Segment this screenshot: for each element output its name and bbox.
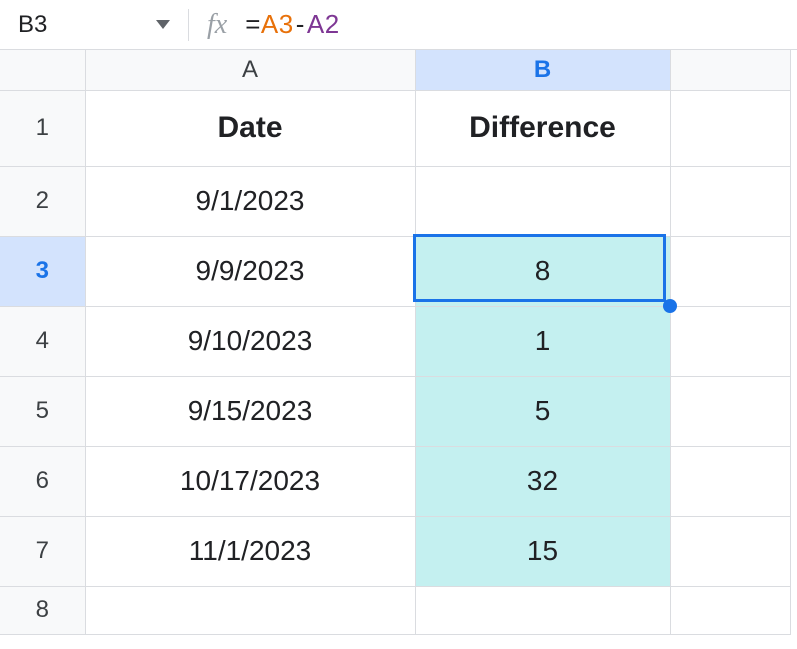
row-header-4[interactable]: 4 — [0, 306, 85, 376]
cell-a2[interactable]: 9/1/2023 — [85, 166, 415, 236]
cell-a1[interactable]: Date — [85, 90, 415, 166]
cell-c7[interactable] — [670, 516, 790, 586]
formula-bar: B3 fx =A3-A2 — [0, 0, 797, 50]
fill-handle[interactable] — [663, 299, 677, 313]
cell-c5[interactable] — [670, 376, 790, 446]
cell-b1[interactable]: Difference — [415, 90, 670, 166]
cell-c6[interactable] — [670, 446, 790, 516]
fx-icon: fx — [207, 9, 227, 41]
row-header-1[interactable]: 1 — [0, 90, 85, 166]
cell-a8[interactable] — [85, 586, 415, 634]
col-header-a[interactable]: A — [85, 50, 415, 90]
row-header-8[interactable]: 8 — [0, 586, 85, 634]
dropdown-icon[interactable] — [156, 20, 170, 29]
cell-b3[interactable]: 8 — [415, 236, 670, 306]
cell-c8[interactable] — [670, 586, 790, 634]
col-header-c[interactable] — [670, 50, 790, 90]
cell-b2[interactable] — [415, 166, 670, 236]
col-header-b[interactable]: B — [415, 50, 670, 90]
cell-a3[interactable]: 9/9/2023 — [85, 236, 415, 306]
row-header-6[interactable]: 6 — [0, 446, 85, 516]
cell-a6[interactable]: 10/17/2023 — [85, 446, 415, 516]
spreadsheet-grid[interactable]: A B 1 Date Difference 2 9/1/2023 3 9/9/2… — [0, 50, 797, 635]
row-header-2[interactable]: 2 — [0, 166, 85, 236]
row-header-7[interactable]: 7 — [0, 516, 85, 586]
row-header-5[interactable]: 5 — [0, 376, 85, 446]
select-all-corner[interactable] — [0, 50, 85, 90]
cell-b7[interactable]: 15 — [415, 516, 670, 586]
cell-a4[interactable]: 9/10/2023 — [85, 306, 415, 376]
cell-b4[interactable]: 1 — [415, 306, 670, 376]
name-box[interactable]: B3 — [10, 11, 180, 39]
cell-c1[interactable] — [670, 90, 790, 166]
cell-a7[interactable]: 11/1/2023 — [85, 516, 415, 586]
cell-a5[interactable]: 9/15/2023 — [85, 376, 415, 446]
cell-b6[interactable]: 32 — [415, 446, 670, 516]
name-box-text: B3 — [18, 11, 47, 39]
row-header-3[interactable]: 3 — [0, 236, 85, 306]
cell-c2[interactable] — [670, 166, 790, 236]
cell-c4[interactable] — [670, 306, 790, 376]
formula-input[interactable]: =A3-A2 — [245, 9, 339, 40]
cell-b5[interactable]: 5 — [415, 376, 670, 446]
divider — [188, 9, 189, 41]
cell-b8[interactable] — [415, 586, 670, 634]
cell-c3[interactable] — [670, 236, 790, 306]
